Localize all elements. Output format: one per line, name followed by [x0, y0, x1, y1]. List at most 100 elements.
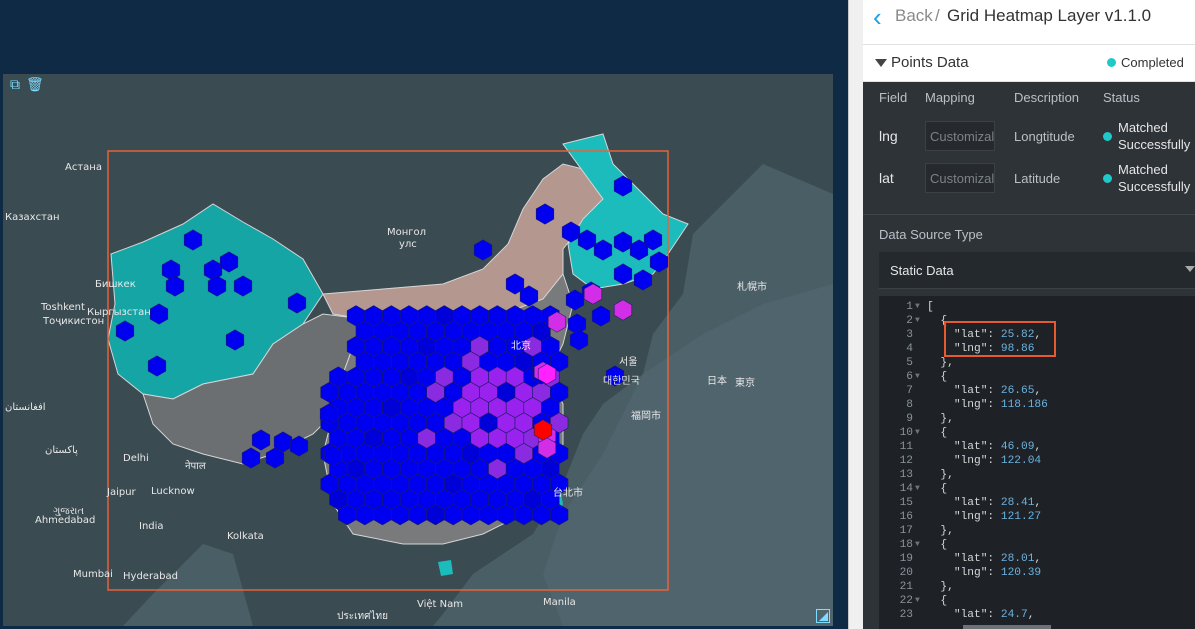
map-label: Казахстан [5, 212, 60, 223]
line-number: 6 [906, 371, 913, 383]
map-label: Kolkata [227, 531, 264, 542]
code-line: 16 "lng": 121.27 [879, 510, 1195, 524]
header-description: Description [1014, 90, 1080, 105]
map-label: پاکستان [45, 445, 78, 456]
code-text: "lng": 122.04 [927, 455, 1042, 467]
line-number: 20 [899, 567, 913, 579]
trash-icon[interactable]: 🗑 [26, 76, 44, 92]
panel-header: ‹ Back / Grid Heatmap Layer v1.1.0 [863, 0, 1195, 45]
fold-toggle-icon[interactable]: ▼ [915, 300, 920, 314]
map-label: Jaipur [106, 487, 137, 498]
datasource-label: Data Source Type [879, 227, 983, 242]
heatmap-map[interactable]: АстанаКазахстанБишкекToshkent КыргызстанТ… [3, 74, 833, 626]
datasource-select[interactable]: Static Data [879, 252, 1195, 289]
section-points-data[interactable]: Points Data Completed [863, 45, 1195, 82]
line-number: 14 [899, 483, 913, 495]
map-label: Mumbai [73, 569, 113, 580]
back-link[interactable]: Back [895, 6, 933, 26]
code-line: 11 "lat": 46.09, [879, 440, 1195, 454]
code-line: 17 }, [879, 524, 1195, 538]
code-text: }, [927, 525, 954, 537]
mapping-input-lat[interactable]: Customizal [925, 163, 995, 193]
fold-toggle-icon[interactable]: ▼ [915, 314, 920, 328]
map-label: افغانستان [5, 402, 46, 413]
line-number: 3 [906, 329, 913, 341]
code-line: 20 "lng": 120.39 [879, 566, 1195, 580]
code-line: 5 }, [879, 356, 1195, 370]
code-text: "lat": 28.01, [927, 553, 1042, 565]
scrollbar-horizontal[interactable] [963, 625, 1051, 629]
code-line: 13 }, [879, 468, 1195, 482]
map-label: Астана [65, 162, 102, 173]
line-number: 19 [899, 553, 913, 565]
header-field: Field [879, 90, 908, 105]
map-label: 台北市 [553, 486, 583, 499]
datasource-value: Static Data [890, 263, 954, 278]
line-number: 12 [899, 455, 913, 467]
match-status-lat-line1: Matched [1118, 162, 1168, 177]
map-label: Монгол [387, 227, 426, 238]
map-label: नेपाल [185, 460, 206, 472]
config-panel: ‹ Back / Grid Heatmap Layer v1.1.0 Point… [849, 0, 1195, 629]
section-title: Points Data [891, 54, 969, 71]
code-line: 15 "lat": 28.41, [879, 496, 1195, 510]
fold-toggle-icon[interactable]: ▼ [915, 482, 920, 496]
code-line: 10 ▼ { [879, 426, 1195, 440]
line-number: 13 [899, 469, 913, 481]
code-text: { [927, 539, 948, 551]
code-text: }, [927, 469, 954, 481]
line-number: 21 [899, 581, 913, 593]
map-label: 日本 [707, 374, 727, 387]
code-text: { [927, 371, 948, 383]
code-line: 12 "lng": 122.04 [879, 454, 1195, 468]
header-status: Status [1103, 90, 1140, 105]
map-label: 北京 [511, 339, 531, 352]
code-text: "lat": 24.7, [927, 609, 1035, 621]
map-label: 福岡市 [631, 409, 661, 422]
fold-toggle-icon[interactable]: ▼ [915, 426, 920, 440]
match-status-lng-line1: Matched [1118, 120, 1168, 135]
panel-title: Grid Heatmap Layer v1.1.0 [947, 6, 1152, 25]
code-text: "lng": 121.27 [927, 511, 1042, 523]
code-line: 8 "lng": 118.186 [879, 398, 1195, 412]
canvas-area: Астана Казахстан Бишкек Toshkent Кыргызстан Т… [0, 0, 849, 629]
line-number: 18 [899, 539, 913, 551]
code-text: { [927, 427, 948, 439]
code-line: 23 "lat": 24.7, [879, 608, 1195, 622]
match-status-lng-line2: Successfully [1118, 137, 1191, 152]
line-number: 1 [906, 301, 913, 313]
line-number: 16 [899, 511, 913, 523]
highlight-box [944, 321, 1056, 357]
panel-gutter [849, 0, 864, 629]
code-text: }, [927, 357, 954, 369]
copy-icon[interactable]: ⧉ [7, 76, 23, 92]
chevron-left-icon[interactable]: ‹ [873, 4, 882, 30]
status-dot-icon [1107, 58, 1116, 67]
line-number: 7 [906, 385, 913, 397]
code-text: { [927, 595, 948, 607]
field-description-lng: Longtitude [1014, 129, 1075, 144]
line-number: 9 [906, 413, 913, 425]
fold-toggle-icon[interactable]: ▼ [915, 594, 920, 608]
field-name-lng: lng [879, 128, 898, 144]
map-component[interactable]: Астана Казахстан Бишкек Toshkent Кыргызстан Т… [3, 74, 833, 626]
map-label: Delhi [123, 453, 149, 464]
line-number: 11 [899, 441, 913, 453]
map-label: 서울 [619, 356, 637, 368]
field-name-lat: lat [879, 170, 894, 186]
mapping-input-lng[interactable]: Customizal [925, 121, 995, 151]
map-label: Hyderabad [123, 571, 178, 582]
map-label: India [139, 521, 164, 532]
header-mapping: Mapping [925, 90, 975, 105]
line-number: 17 [899, 525, 913, 537]
fold-toggle-icon[interactable]: ▼ [915, 538, 920, 552]
map-label: 東京 [735, 376, 755, 389]
collapse-icon[interactable] [875, 59, 887, 67]
code-line: 21 }, [879, 580, 1195, 594]
code-text: }, [927, 581, 954, 593]
resize-handle[interactable] [816, 609, 830, 623]
fold-toggle-icon[interactable]: ▼ [915, 370, 920, 384]
map-label: 대한민국 [603, 375, 640, 387]
line-number: 23 [899, 609, 913, 621]
code-text: "lat": 28.41, [927, 497, 1042, 509]
